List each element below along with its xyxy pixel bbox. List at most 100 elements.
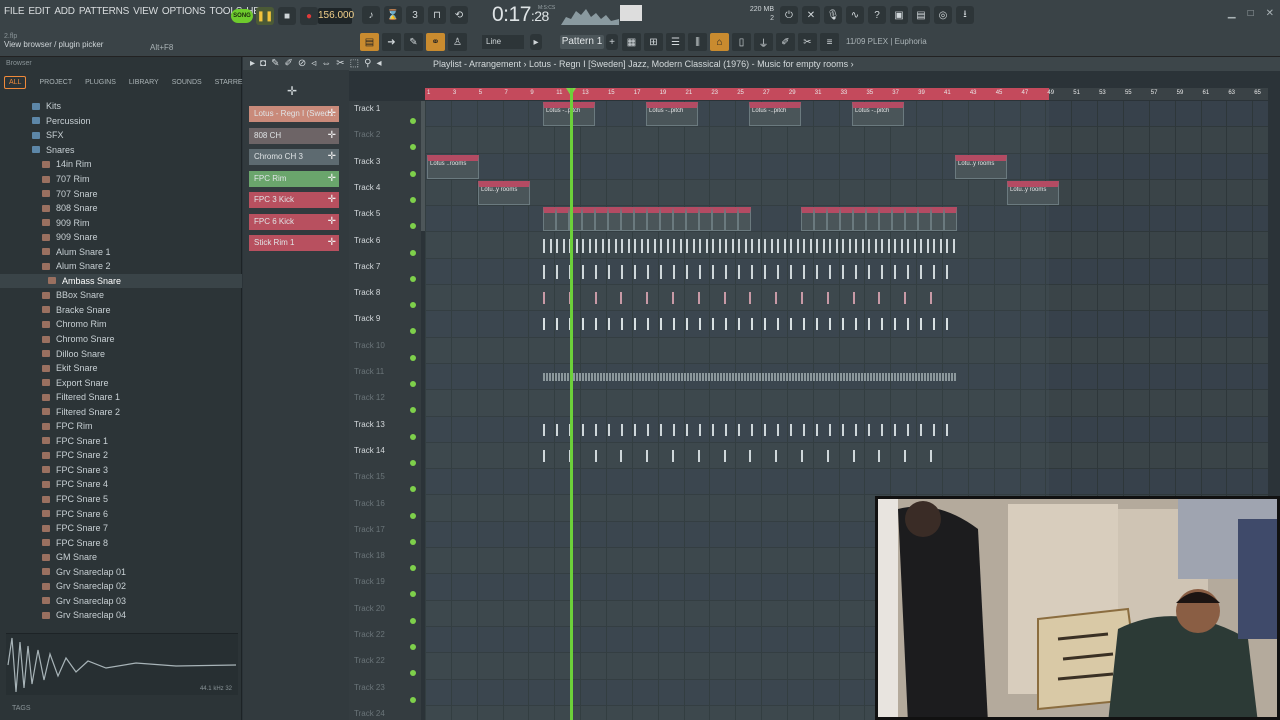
audio-clip[interactable]: Lotus -..pitch	[646, 102, 698, 126]
pattern-clip[interactable]	[699, 373, 701, 381]
pattern-clip[interactable]	[653, 238, 656, 253]
pattern-clip[interactable]	[933, 373, 935, 381]
pattern-clip[interactable]	[879, 373, 881, 381]
browser-tab-sounds[interactable]: SOUNDS	[172, 79, 202, 86]
save-icon[interactable]: ▣	[890, 6, 908, 24]
maximize-icon[interactable]: □	[1248, 8, 1254, 19]
audio-clip[interactable]: Lotus -..pitch	[543, 102, 595, 126]
pattern-clip[interactable]	[828, 373, 830, 381]
pattern-clip[interactable]	[552, 373, 554, 381]
browser-item[interactable]: Ekit Snare	[0, 361, 242, 376]
pattern-selector[interactable]: Pattern 1	[560, 35, 604, 49]
channel-2[interactable]: 808 CH ✛	[249, 127, 339, 144]
pattern-clip[interactable]	[608, 318, 610, 331]
pattern-clip[interactable]	[921, 373, 923, 381]
browser-item[interactable]: Export Snare	[0, 375, 242, 390]
track-name[interactable]: Track 2	[354, 130, 380, 139]
pattern-clip[interactable]	[646, 449, 649, 462]
pattern-clip[interactable]	[933, 318, 935, 331]
pattern-clip[interactable]	[712, 318, 714, 331]
audio-clip[interactable]	[673, 207, 686, 232]
audio-clip[interactable]	[725, 207, 738, 232]
browser-item[interactable]: GM Snare	[0, 550, 242, 565]
pattern-clip[interactable]	[770, 238, 773, 253]
channel-add-icon[interactable]: ✛	[328, 108, 336, 119]
pattern-clip[interactable]	[912, 373, 914, 381]
audio-clip[interactable]	[582, 207, 595, 232]
pattern-clip[interactable]	[816, 373, 818, 381]
pattern-clip[interactable]	[867, 373, 869, 381]
browser-item[interactable]: 707 Snare	[0, 186, 242, 201]
browser-item[interactable]: Grv Snareclap 02	[0, 579, 242, 594]
pattern-clip[interactable]	[803, 238, 805, 253]
browser-item[interactable]: 808 Snare	[0, 201, 242, 216]
pattern-clip[interactable]	[673, 264, 675, 279]
pattern-clip[interactable]	[768, 373, 770, 381]
pattern-clip[interactable]	[942, 373, 944, 381]
chat-icon[interactable]: ◎	[934, 6, 952, 24]
audio-clip[interactable]	[686, 207, 699, 232]
pattern-clip[interactable]	[829, 264, 831, 279]
download-icon[interactable]: ⭳	[956, 6, 974, 24]
pattern-clip[interactable]	[711, 373, 713, 381]
pattern-clip[interactable]	[945, 373, 947, 381]
pattern-clip[interactable]	[840, 373, 842, 381]
scissors-icon[interactable]: ✂	[798, 33, 817, 51]
browser-item[interactable]: 909 Snare	[0, 230, 242, 245]
snap-icon[interactable]: ◘	[260, 58, 266, 69]
channel-add-icon[interactable]: ✛	[328, 130, 336, 141]
pattern-clip[interactable]	[660, 264, 662, 279]
browser-item[interactable]: Chromo Rim	[0, 317, 242, 332]
pattern-clip[interactable]	[882, 373, 884, 381]
track-mute-led[interactable]	[410, 591, 416, 598]
pattern-clip[interactable]	[712, 238, 714, 253]
pattern-clip[interactable]	[600, 373, 602, 381]
pattern-clip[interactable]	[764, 423, 766, 436]
stop-button[interactable]: ■	[278, 7, 296, 25]
browser-item[interactable]: BBox Snare	[0, 288, 242, 303]
slice-icon[interactable]: ✂	[336, 58, 344, 69]
list-icon[interactable]: ≡	[820, 33, 839, 51]
pattern-clip[interactable]	[712, 264, 714, 279]
minimize-icon[interactable]: ▁	[1228, 8, 1236, 19]
pattern-clip[interactable]	[858, 373, 860, 381]
browser-item[interactable]: FPC Snare 6	[0, 506, 242, 521]
pattern-clip[interactable]	[594, 373, 596, 381]
pattern-clip[interactable]	[679, 238, 682, 253]
pattern-clip[interactable]	[764, 238, 766, 253]
pattern-clip[interactable]	[738, 238, 740, 253]
pattern-clip[interactable]	[792, 373, 794, 381]
pattern-clip[interactable]	[946, 423, 948, 436]
pattern-clip[interactable]	[615, 373, 617, 381]
pattern-clip[interactable]	[751, 318, 753, 331]
pattern-clip[interactable]	[702, 373, 704, 381]
metronome-icon[interactable]: ♪	[362, 6, 380, 24]
browser-tab-plugins[interactable]: PLUGINS	[85, 79, 116, 86]
browser-item[interactable]: Filtered Snare 1	[0, 390, 242, 405]
track-mute-led[interactable]	[410, 275, 416, 282]
menu-item-edit[interactable]: EDIT	[28, 6, 50, 17]
channel-rack-icon[interactable]: ☰	[666, 33, 685, 51]
pattern-clip[interactable]	[660, 373, 662, 381]
pattern-clip[interactable]	[594, 292, 597, 305]
pattern-clip[interactable]	[606, 373, 608, 381]
browser-tab-project[interactable]: PROJECT	[39, 79, 72, 86]
track-mute-led[interactable]	[410, 223, 416, 230]
pattern-clip[interactable]	[567, 373, 569, 381]
pattern-clip[interactable]	[636, 373, 638, 381]
menu-item-patterns[interactable]: PATTERNS	[79, 6, 129, 17]
pattern-clip[interactable]	[826, 292, 829, 305]
browser-item[interactable]: Ambass Snare	[0, 273, 242, 289]
pattern-clip[interactable]	[717, 373, 719, 381]
track-name[interactable]: Track 17	[354, 525, 385, 534]
paint-icon[interactable]: ✐	[284, 58, 292, 69]
pattern-clip[interactable]	[891, 373, 893, 381]
mute-icon[interactable]: ◃	[311, 58, 316, 69]
browser-tab-all[interactable]: ALL	[4, 75, 27, 89]
pattern-clip[interactable]	[894, 264, 896, 279]
piano-roll-icon[interactable]: ⊞	[644, 33, 663, 51]
track-mute-led[interactable]	[410, 354, 416, 361]
snap-select[interactable]: Line	[482, 35, 524, 49]
cpu-icon[interactable]: ⏻	[780, 6, 798, 24]
pattern-clip[interactable]	[796, 238, 799, 253]
